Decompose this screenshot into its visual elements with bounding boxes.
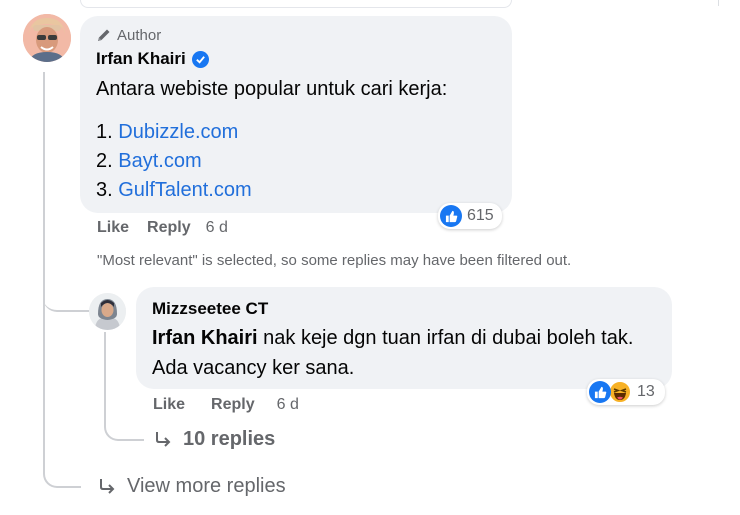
timestamp[interactable]: 6 d	[277, 396, 299, 414]
author-badge-label: Author	[117, 26, 162, 44]
like-button[interactable]: Like	[153, 396, 185, 414]
view-more-replies-link[interactable]: View more replies	[97, 475, 286, 498]
like-button[interactable]: Like	[97, 219, 129, 237]
previous-comment-bubble-edge	[80, 0, 512, 8]
website-list: 1. Dubizzle.com 2. Bayt.com 3. GulfTalen…	[96, 118, 496, 205]
reply-bubble: Mizzseetee CT Irfan Khairi nak keje dgn …	[136, 287, 672, 389]
pencil-icon	[98, 29, 110, 41]
reply-arrow-icon	[156, 431, 171, 447]
reaction-summary[interactable]: 615	[438, 203, 502, 229]
reaction-count: 615	[467, 207, 494, 224]
verified-icon	[191, 50, 209, 68]
comment-bubble: Author Irfan Khairi Antara webiste popul…	[80, 16, 512, 213]
avatar[interactable]	[89, 293, 126, 330]
comment-author-name[interactable]: Irfan Khairi	[96, 49, 186, 69]
filter-note: "Most relevant" is selected, so some rep…	[97, 252, 572, 269]
reply-text: Irfan Khairi nak keje dgn tuan irfan di …	[152, 323, 656, 383]
list-item: 2. Bayt.com	[96, 150, 202, 172]
more-replies-link[interactable]: 10 replies	[153, 428, 275, 451]
divider	[718, 0, 719, 6]
reaction-count: 13	[637, 383, 655, 400]
reply-button[interactable]: Reply	[211, 396, 255, 414]
comment-text: Antara webiste popular untuk cari kerja:	[96, 78, 448, 100]
author-badge: Author	[96, 25, 496, 45]
haha-reaction-icon	[608, 380, 632, 404]
reply-arrow-icon	[100, 478, 115, 494]
reaction-summary[interactable]: 13	[587, 379, 665, 405]
more-replies-label[interactable]: 10 replies	[183, 428, 275, 451]
timestamp[interactable]: 6 d	[206, 219, 228, 237]
reply-author-name[interactable]: Mizzseetee CT	[152, 299, 656, 319]
reply-actions: Like Reply 6 d	[153, 396, 299, 414]
gulftalent-link[interactable]: GulfTalent.com	[118, 179, 251, 201]
list-item: 3. GulfTalent.com	[96, 179, 252, 201]
reply-button[interactable]: Reply	[147, 219, 191, 237]
mention-link[interactable]: Irfan Khairi	[152, 327, 258, 349]
like-reaction-icon	[440, 205, 462, 227]
list-item: 1. Dubizzle.com	[96, 121, 239, 143]
reply-branch-connector	[43, 272, 93, 312]
dubizzle-link[interactable]: Dubizzle.com	[118, 121, 238, 143]
avatar[interactable]	[23, 14, 71, 62]
bayt-link[interactable]: Bayt.com	[118, 150, 201, 172]
view-more-replies-label[interactable]: View more replies	[127, 475, 286, 498]
like-reaction-icon	[589, 381, 611, 403]
comment-actions: Like Reply 6 d	[97, 219, 228, 237]
